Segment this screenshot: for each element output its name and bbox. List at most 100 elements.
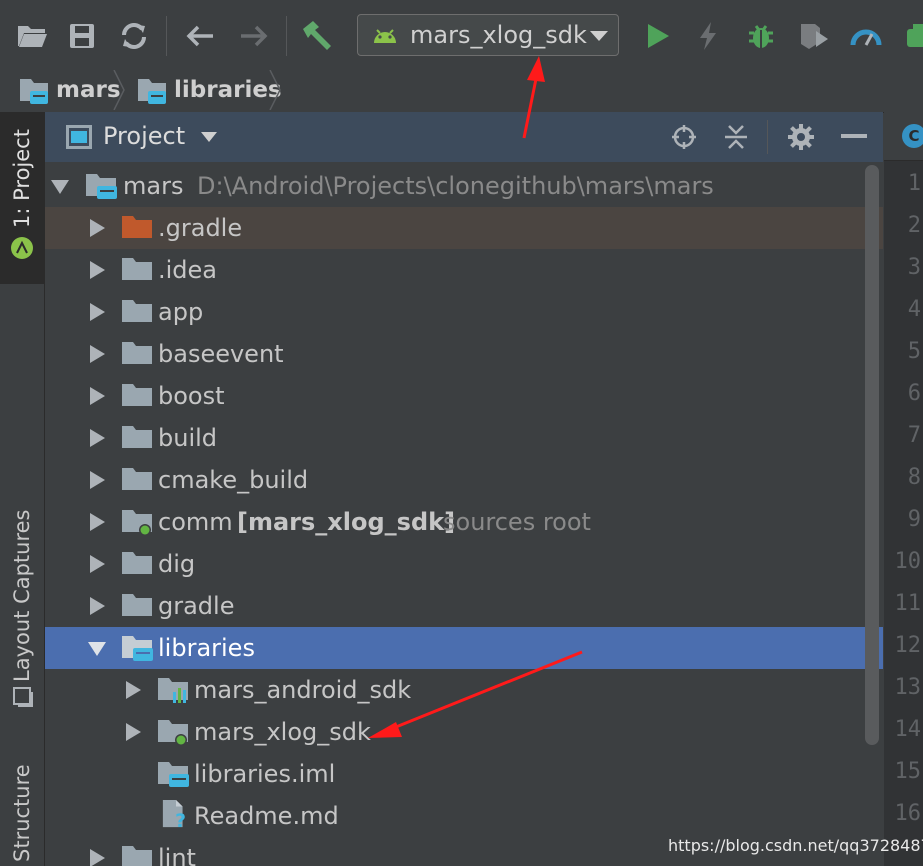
tree-row-libraries[interactable]: libraries	[45, 627, 883, 669]
make-project-icon[interactable]	[298, 18, 334, 54]
folder-icon	[122, 594, 152, 616]
layout-captures-label: Layout Captures	[10, 509, 34, 682]
folder-icon	[122, 468, 152, 490]
tree-row-libraries-iml[interactable]: libraries.iml	[45, 753, 883, 795]
tree-row-cmake-build[interactable]: cmake_build	[45, 459, 883, 501]
folder-icon	[122, 342, 152, 364]
run-icon[interactable]	[640, 18, 676, 54]
module-folder-icon	[122, 510, 152, 536]
tree-item-label: Readme.md	[194, 802, 339, 830]
collapsed-arrow-icon[interactable]	[87, 260, 107, 280]
tree-row-comm[interactable]: comm [mars_xlog_sdk] sources root	[45, 501, 883, 543]
breadcrumb-item-mars[interactable]: mars	[18, 72, 121, 108]
class-icon: C	[902, 124, 923, 148]
collapsed-arrow-icon[interactable]	[87, 554, 107, 574]
editor-tab[interactable]: C	[884, 112, 923, 161]
tree-row-idea[interactable]: .idea	[45, 249, 883, 291]
tree-item-label: libraries.iml	[194, 760, 336, 788]
module-folder-icon	[122, 636, 153, 661]
collapsed-arrow-icon[interactable]	[87, 428, 107, 448]
line-number: 10	[894, 549, 922, 574]
module-folder-icon	[86, 174, 117, 199]
apply-changes-icon[interactable]	[690, 18, 726, 54]
project-tool-label: 1: Project	[10, 129, 34, 228]
project-view-icon	[66, 125, 92, 149]
layout-captures-icon	[13, 687, 33, 707]
excluded-folder-icon	[122, 216, 152, 238]
expanded-arrow-icon[interactable]	[87, 638, 107, 658]
sdk-manager-icon[interactable]	[900, 18, 923, 54]
collapsed-arrow-icon[interactable]	[87, 386, 107, 406]
line-numbers: 1 2 3 4 5 6 7 8 9 10 11 12 13 14 15 16	[884, 160, 923, 866]
tree-item-label: libraries	[158, 634, 255, 662]
line-number: 16	[894, 801, 922, 826]
structure-tool-window-button[interactable]: Structure	[0, 752, 44, 866]
save-icon[interactable]	[64, 18, 100, 54]
debug-icon[interactable]	[743, 18, 779, 54]
tree-item-label: dig	[158, 550, 196, 578]
tree-row-baseevent[interactable]: baseevent	[45, 333, 883, 375]
back-icon[interactable]	[182, 18, 218, 54]
tree-row-gradle[interactable]: gradle	[45, 585, 883, 627]
breadcrumb-separator	[269, 70, 281, 110]
breadcrumb-label: mars	[56, 77, 121, 103]
folder-icon	[122, 426, 152, 448]
line-number: 15	[894, 759, 922, 784]
line-number: 4	[907, 297, 921, 322]
hide-icon[interactable]	[841, 134, 867, 140]
tree-row-gradle-cache[interactable]: .gradle	[45, 207, 883, 249]
open-folder-icon[interactable]	[14, 18, 50, 54]
tree-row-boost[interactable]: boost	[45, 375, 883, 417]
collapsed-arrow-icon[interactable]	[123, 680, 143, 700]
module-file-icon	[158, 762, 189, 787]
tree-row-mars-android-sdk[interactable]: mars_android_sdk	[45, 669, 883, 711]
folder-icon	[122, 384, 152, 406]
tree-item-module: [mars_xlog_sdk]	[237, 508, 456, 536]
line-number: 11	[894, 591, 922, 616]
tree-scrollbar[interactable]	[865, 165, 879, 745]
layout-captures-tool-window-button[interactable]: Layout Captures	[0, 502, 44, 714]
tree-row-app[interactable]: app	[45, 291, 883, 333]
run-configuration-dropdown[interactable]: mars_xlog_sdk	[357, 14, 619, 56]
tree-item-label: mars_xlog_sdk	[194, 718, 371, 746]
collapsed-arrow-icon[interactable]	[87, 344, 107, 364]
breadcrumb-item-libraries[interactable]: libraries	[136, 72, 282, 108]
module-folder-icon	[158, 720, 188, 746]
tree-row-build[interactable]: build	[45, 417, 883, 459]
project-tool-window-button[interactable]: 1: Project	[0, 112, 44, 284]
tree-row-dig[interactable]: dig	[45, 543, 883, 585]
line-number: 2	[907, 213, 921, 238]
project-view-title[interactable]: Project	[103, 122, 185, 150]
module-folder-icon	[138, 79, 166, 104]
collapsed-arrow-icon[interactable]	[87, 596, 107, 616]
unknown-file-icon: ?	[162, 799, 186, 829]
line-number: 14	[894, 717, 922, 742]
collapsed-arrow-icon[interactable]	[87, 302, 107, 322]
tree-item-label: comm	[158, 508, 233, 536]
tree-row-mars-xlog-sdk[interactable]: mars_xlog_sdk	[45, 711, 883, 753]
run-with-coverage-icon[interactable]	[796, 18, 832, 54]
chevron-down-icon[interactable]	[201, 132, 217, 142]
profile-icon[interactable]	[848, 18, 884, 54]
collapsed-arrow-icon[interactable]	[87, 512, 107, 532]
expanded-arrow-icon[interactable]	[50, 176, 70, 196]
line-number: 9	[907, 507, 921, 532]
line-number: 13	[894, 675, 922, 700]
tree-row-root[interactable]: mars D:\Android\Projects\clonegithub\mar…	[45, 165, 883, 207]
collapsed-arrow-icon[interactable]	[87, 218, 107, 238]
collapse-all-icon[interactable]	[723, 124, 749, 150]
structure-label: Structure	[10, 764, 34, 862]
android-tool-icon	[11, 237, 33, 259]
collapsed-arrow-icon[interactable]	[87, 848, 107, 866]
settings-icon[interactable]	[787, 123, 815, 151]
line-number: 8	[907, 465, 921, 490]
forward-icon[interactable]	[236, 18, 272, 54]
sync-icon[interactable]	[116, 18, 152, 54]
collapsed-arrow-icon[interactable]	[87, 470, 107, 490]
line-number: 3	[907, 255, 921, 280]
locate-icon[interactable]	[671, 124, 697, 150]
collapsed-arrow-icon[interactable]	[123, 722, 143, 742]
tree-item-label: .gradle	[158, 214, 243, 242]
tree-row-readme[interactable]: ? Readme.md	[45, 795, 883, 837]
line-number: 7	[907, 423, 921, 448]
